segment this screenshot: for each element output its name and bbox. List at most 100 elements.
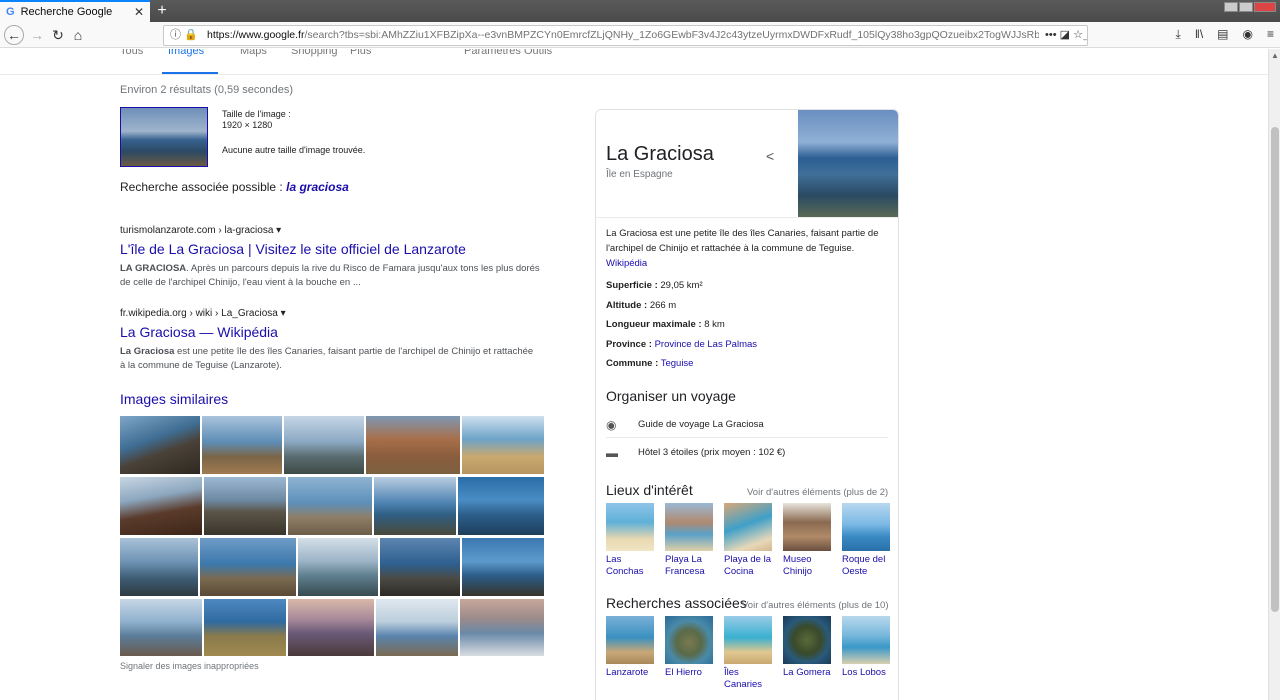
forward-arrow-icon[interactable]: → xyxy=(27,25,47,45)
similar-image[interactable] xyxy=(120,416,200,474)
similar-image[interactable] xyxy=(120,599,202,656)
similar-image[interactable] xyxy=(204,599,286,656)
result-cite[interactable]: fr.wikipedia.org › wiki › La_Graciosa ▾ xyxy=(120,308,540,319)
related-card[interactable]: El Hierro xyxy=(665,616,715,679)
similar-image[interactable] xyxy=(202,416,282,474)
similar-image[interactable] xyxy=(204,477,286,535)
similar-image[interactable] xyxy=(460,599,544,656)
snippet-bold: LA GRACIOSA xyxy=(120,263,187,274)
nav-tab-shopping[interactable]: Shopping xyxy=(291,49,338,57)
image-size-label: Taille de l'image : xyxy=(222,109,291,119)
back-arrow-icon[interactable]: ← xyxy=(4,25,24,45)
close-tab-icon[interactable]: ✕ xyxy=(134,5,144,19)
hotel-row[interactable]: ▬ Hôtel 3 étoiles (prix moyen : 102 €) xyxy=(606,440,888,466)
tab-google-search[interactable]: G Recherche Google ✕ xyxy=(0,0,150,22)
account-icon[interactable]: ◉ xyxy=(1243,27,1253,42)
place-label: Playa La Francesa xyxy=(665,554,705,577)
similar-image[interactable] xyxy=(374,477,456,535)
pocket-icon[interactable]: ◪ xyxy=(1060,29,1070,41)
similar-image[interactable] xyxy=(200,538,296,596)
similar-images-title[interactable]: Images similaires xyxy=(120,391,228,407)
kp-fact: Province : Province de Las Palmas xyxy=(606,339,757,350)
similar-image[interactable] xyxy=(120,538,198,596)
tab-title: Recherche Google xyxy=(20,6,113,18)
nav-outils[interactable]: Outils xyxy=(524,49,552,57)
nav-tab-plus[interactable]: Plus xyxy=(350,49,371,57)
similar-image[interactable] xyxy=(462,416,544,474)
kp-fact: Superficie : 29,05 km² xyxy=(606,280,703,291)
query-image-thumbnail[interactable] xyxy=(120,107,208,167)
maximize-button[interactable] xyxy=(1239,2,1253,12)
related-card[interactable]: Îles Canaries xyxy=(724,616,774,691)
place-image xyxy=(842,503,890,551)
similar-image[interactable] xyxy=(366,416,460,474)
url-host: https://www.google.fr xyxy=(207,29,305,41)
sidebar-icon[interactable]: ▤ xyxy=(1217,27,1228,42)
similar-image[interactable] xyxy=(288,599,374,656)
similar-image[interactable] xyxy=(284,416,364,474)
lock-icon[interactable]: ⓘ 🔒 xyxy=(170,26,198,45)
home-icon[interactable]: ⌂ xyxy=(68,25,88,45)
kp-image[interactable] xyxy=(798,110,898,217)
new-tab-button[interactable]: + xyxy=(152,1,172,21)
related-search: Recherche associée possible : la gracios… xyxy=(120,180,349,194)
downloads-icon[interactable]: ⤓ xyxy=(1176,27,1181,42)
kp-description: La Graciosa est une petite île des îles … xyxy=(606,226,891,271)
related-image xyxy=(783,616,831,664)
nav-tab-images[interactable]: Images xyxy=(168,49,204,57)
scroll-up-icon[interactable]: ▲ xyxy=(1271,51,1279,60)
similar-image[interactable] xyxy=(288,477,372,535)
similar-image[interactable] xyxy=(120,477,202,535)
place-card[interactable]: Museo Chinijo xyxy=(783,503,833,578)
report-images-link[interactable]: Signaler des images inappropriées xyxy=(120,661,259,671)
lieux-heading: Lieux d'intérêt xyxy=(606,482,693,498)
kp-fact: Commune : Teguise xyxy=(606,358,693,369)
similar-image[interactable] xyxy=(298,538,378,596)
fact-link[interactable]: Teguise xyxy=(661,358,694,369)
similar-image[interactable] xyxy=(380,538,460,596)
page-actions-icon[interactable]: ••• xyxy=(1045,29,1057,41)
result-title-link[interactable]: La Graciosa — Wikipédia xyxy=(120,324,540,340)
reload-icon[interactable]: ↻ xyxy=(48,25,68,45)
nav-tab-maps[interactable]: Maps xyxy=(240,49,267,57)
minimize-button[interactable] xyxy=(1224,2,1238,12)
kp-source-link[interactable]: Wikipédia xyxy=(606,258,647,269)
place-card[interactable]: Playa La Francesa xyxy=(665,503,715,578)
bookmark-star-icon[interactable]: ☆ xyxy=(1073,29,1083,41)
guide-row[interactable]: ◉ Guide de voyage La Graciosa xyxy=(606,412,888,438)
vertical-scrollbar[interactable]: ▲ xyxy=(1268,49,1280,700)
fact-link[interactable]: Province de Las Palmas xyxy=(655,339,757,350)
place-card[interactable]: Roque del Oeste xyxy=(842,503,892,578)
place-image xyxy=(665,503,713,551)
fact-label: Altitude : xyxy=(606,300,648,311)
related-card[interactable]: Los Lobos xyxy=(842,616,892,679)
tab-bar: G Recherche Google ✕ + xyxy=(0,0,1280,22)
place-card[interactable]: Las Conchas xyxy=(606,503,656,578)
recherches-more-link[interactable]: Voir d'autres éléments (plus de 10) xyxy=(742,600,889,611)
scrollbar-thumb[interactable] xyxy=(1271,127,1279,612)
related-search-link[interactable]: la graciosa xyxy=(286,180,349,194)
related-image xyxy=(724,616,772,664)
divider xyxy=(606,437,888,438)
related-card[interactable]: Lanzarote xyxy=(606,616,656,679)
url-bar[interactable]: ⓘ 🔒 https://www.google.fr/search?tbs=sbi… xyxy=(163,25,1088,46)
similar-image[interactable] xyxy=(458,477,544,535)
nav-parametres[interactable]: Paramètres xyxy=(464,49,521,57)
result-cite[interactable]: turismolanzarote.com › la-graciosa ▾ xyxy=(120,225,540,236)
kp-subtitle: Île en Espagne xyxy=(606,169,673,180)
menu-icon[interactable]: ≡ xyxy=(1267,27,1274,42)
library-icon[interactable]: ‖\ xyxy=(1195,27,1203,42)
kp-description-text: La Graciosa est une petite île des îles … xyxy=(606,228,879,254)
nav-tab-tous[interactable]: Tous xyxy=(120,49,143,57)
similar-image[interactable] xyxy=(462,538,544,596)
related-image xyxy=(842,616,890,664)
lieux-more-link[interactable]: Voir d'autres éléments (plus de 2) xyxy=(747,487,888,498)
related-card[interactable]: La Gomera xyxy=(783,616,833,679)
place-card[interactable]: Playa de la Cocina xyxy=(724,503,774,578)
close-window-button[interactable] xyxy=(1254,2,1276,12)
fact-value: 8 km xyxy=(704,319,725,330)
similar-image[interactable] xyxy=(376,599,458,656)
navigation-toolbar: ← → ↻ ⌂ ⓘ 🔒 https://www.google.fr/search… xyxy=(0,22,1280,48)
share-icon[interactable]: < xyxy=(766,148,774,164)
result-title-link[interactable]: L'île de La Graciosa | Visitez le site o… xyxy=(120,241,540,257)
